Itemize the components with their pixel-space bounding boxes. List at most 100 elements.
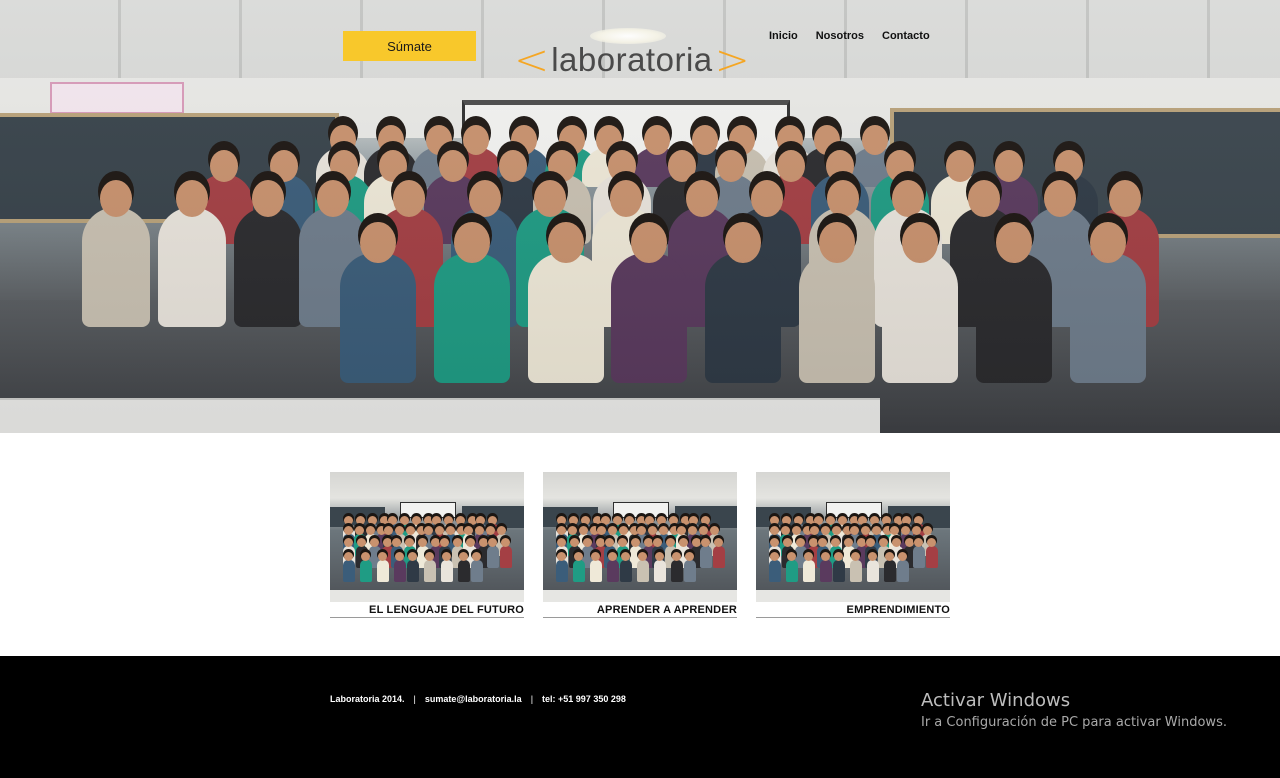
thumb-person-body	[884, 560, 896, 582]
thumb-person-head	[912, 526, 921, 535]
thumb-person-head	[885, 552, 894, 561]
thumb-person-head	[384, 526, 393, 535]
thumb-person-head	[672, 552, 681, 561]
thumb-person-head	[472, 552, 481, 561]
thumb-person-head	[405, 538, 414, 547]
thumb-person-head	[356, 516, 365, 525]
thumb-person-head	[914, 538, 923, 547]
thumb-person-head	[613, 516, 622, 525]
thumb-person-head	[644, 538, 653, 547]
thumb-person-head	[435, 526, 444, 535]
thumb-person-head	[685, 552, 694, 561]
thumb-person-head	[637, 526, 646, 535]
thumb-person-head	[914, 516, 923, 525]
thumb-person-body	[897, 560, 909, 582]
thumb-person-head	[344, 526, 353, 535]
nav-link-contacto[interactable]: Contacto	[882, 30, 930, 42]
card-thumbnail[interactable]	[543, 472, 737, 602]
footer-separator: |	[530, 694, 534, 704]
nav-link-nosotros[interactable]: Nosotros	[816, 30, 864, 42]
thumb-person-head	[488, 516, 497, 525]
thumb-person-head	[838, 516, 847, 525]
thumb-person-head	[892, 538, 901, 547]
footer-email[interactable]: sumate@laboratoria.la	[425, 694, 522, 704]
main-nav: Inicio Nosotros Contacto	[769, 30, 930, 42]
thumb-person-head	[689, 516, 698, 525]
card-caption[interactable]: APRENDER A APRENDER	[543, 602, 737, 618]
thumb-person-head	[787, 552, 796, 561]
card-caption[interactable]: EL LENGUAJE DEL FUTURO	[330, 602, 524, 618]
thumb-person-head	[770, 538, 779, 547]
thumb-person-body	[769, 560, 781, 582]
footer-separator: |	[413, 694, 416, 704]
thumb-person-head	[638, 552, 647, 561]
thumb-person-head	[383, 538, 392, 547]
thumb-person-head	[446, 526, 455, 535]
card-caption[interactable]: EMPRENDIMIENTO	[756, 602, 950, 618]
thumb-person-head	[631, 538, 640, 547]
thumb-person-head	[344, 538, 353, 547]
thumb-person-head	[902, 516, 911, 525]
nav-link-inicio[interactable]: Inicio	[769, 30, 798, 42]
thumb-person-head	[710, 526, 719, 535]
logo-left-chevron: <	[514, 35, 550, 84]
watermark-title: Activar Windows	[921, 690, 1071, 711]
thumb-person-head	[557, 516, 566, 525]
thumb-person-head	[456, 516, 465, 525]
thumb-person-head	[818, 538, 827, 547]
thumb-person-head	[557, 552, 566, 561]
thumb-crowd	[766, 512, 940, 592]
thumb-person-head	[366, 526, 375, 535]
thumb-person-head	[834, 552, 843, 561]
thumb-person-body	[487, 546, 499, 568]
thumb-person-head	[608, 526, 617, 535]
thumb-person-head	[872, 526, 881, 535]
thumb-person-head	[898, 552, 907, 561]
card-thumbnail[interactable]	[330, 472, 524, 602]
card-aprender-a-aprender[interactable]: APRENDER A APRENDER	[543, 472, 737, 618]
thumb-person-head	[453, 538, 462, 547]
thumb-person-body	[654, 560, 666, 582]
thumb-person-head	[923, 526, 932, 535]
thumb-person-head	[804, 552, 813, 561]
thumb-person-body	[850, 560, 862, 582]
card-emprendimiento[interactable]: EMPRENDIMIENTO	[756, 472, 950, 618]
thumb-person-head	[659, 526, 668, 535]
thumb-person-head	[783, 538, 792, 547]
footer-copyright: Laboratoria 2014.	[330, 694, 405, 704]
thumb-person-head	[851, 552, 860, 561]
thumb-person-head	[355, 526, 364, 535]
thumb-person-body	[556, 560, 568, 582]
thumb-person-head	[618, 538, 627, 547]
thumb-person-head	[581, 516, 590, 525]
thumb-person-head	[568, 526, 577, 535]
footer: Laboratoria 2014. | sumate@laboratoria.l…	[0, 656, 1280, 778]
laboratoria-logo[interactable]: < laboratoria >	[514, 38, 750, 82]
thumb-person-head	[378, 552, 387, 561]
thumb-person-body	[700, 546, 712, 568]
thumb-person-head	[357, 538, 366, 547]
thumb-person-head	[406, 526, 415, 535]
thumb-person-head	[621, 552, 630, 561]
thumb-person-body	[343, 560, 355, 582]
thumb-person-body	[424, 560, 436, 582]
logo-right-chevron: >	[714, 35, 750, 84]
thumb-person-head	[412, 516, 421, 525]
thumb-person-head	[653, 538, 662, 547]
card-lenguaje-del-futuro[interactable]: EL LENGUAJE DEL FUTURO	[330, 472, 524, 618]
thumb-person-head	[440, 538, 449, 547]
thumb-person-head	[850, 526, 859, 535]
thumb-person-head	[810, 526, 819, 535]
thumb-person-head	[569, 516, 578, 525]
thumb-person-head	[464, 526, 473, 535]
card-thumbnail[interactable]	[756, 472, 950, 602]
thumb-person-head	[882, 516, 891, 525]
windows-activation-watermark: Activar Windows Ir a Configuración de PC…	[921, 690, 1227, 730]
thumb-crowd	[340, 512, 514, 592]
join-button[interactable]: Súmate	[343, 31, 476, 61]
thumb-person-body	[441, 560, 453, 582]
thumb-person-head	[570, 538, 579, 547]
thumb-table	[330, 590, 524, 602]
thumb-person-head	[574, 552, 583, 561]
thumb-person-head	[669, 516, 678, 525]
